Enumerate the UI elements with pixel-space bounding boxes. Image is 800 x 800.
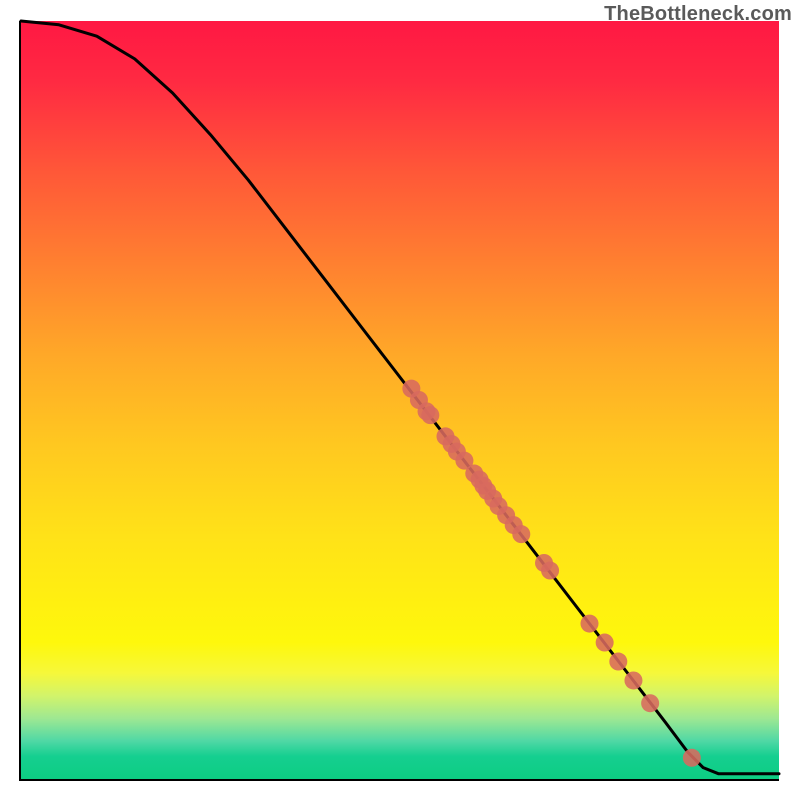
data-point	[683, 749, 701, 767]
x-axis	[21, 779, 779, 781]
data-markers	[402, 380, 700, 767]
data-point	[624, 671, 642, 689]
chart-svg	[21, 21, 779, 779]
y-axis	[19, 21, 21, 781]
data-point	[581, 615, 599, 633]
data-point	[641, 694, 659, 712]
data-point	[421, 406, 439, 424]
chart-container: TheBottleneck.com	[0, 0, 800, 800]
curve-path	[21, 21, 779, 774]
data-point	[596, 634, 614, 652]
watermark-text: TheBottleneck.com	[604, 3, 792, 26]
data-point	[609, 653, 627, 671]
data-point	[512, 525, 530, 543]
data-point	[541, 562, 559, 580]
bottleneck-curve	[21, 21, 779, 774]
